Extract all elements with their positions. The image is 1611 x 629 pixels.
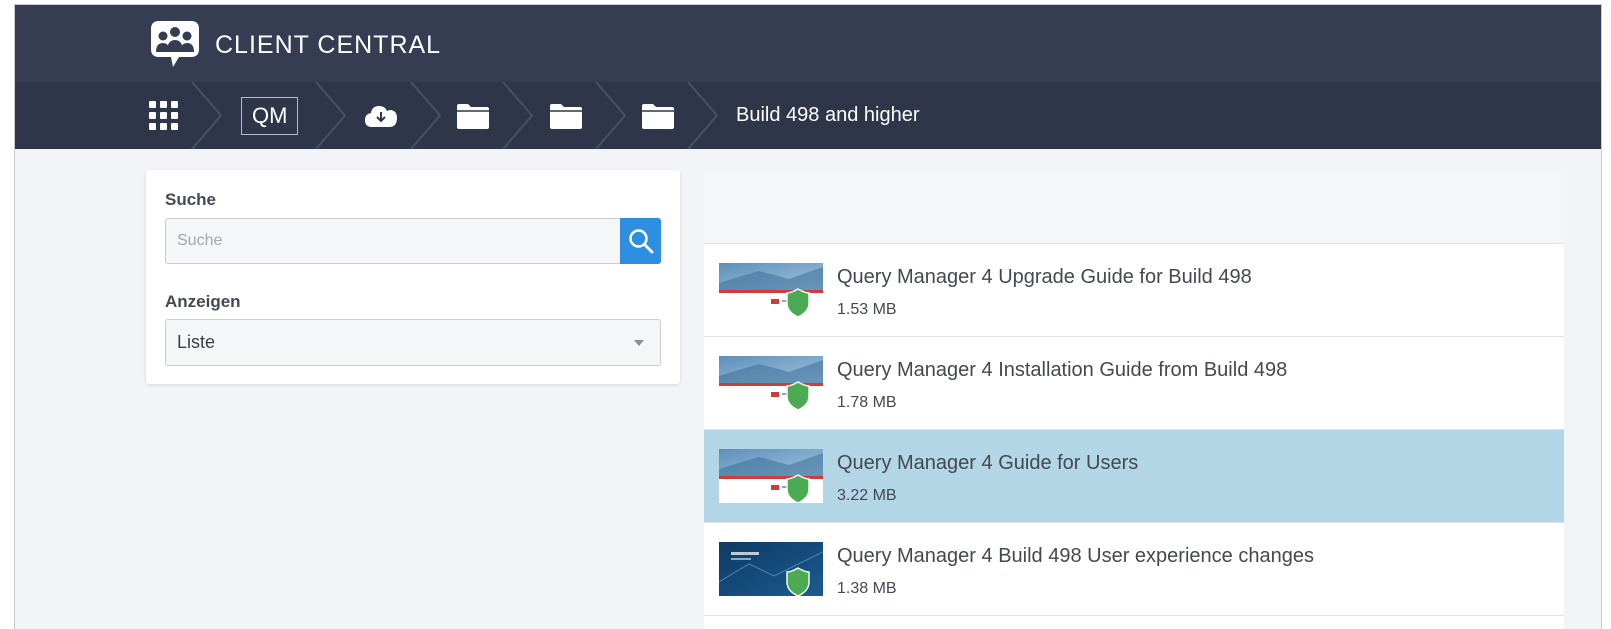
search-input[interactable] (165, 218, 620, 264)
file-title[interactable]: Query Manager 4 Installation Guide from … (837, 359, 1287, 382)
breadcrumb-current: Build 498 and higher (736, 82, 919, 149)
file-size: 1.78 MB (837, 394, 897, 411)
document-thumbnail (719, 542, 823, 596)
document-thumbnail (719, 356, 823, 410)
brand-name: CLIENT CENTRAL (215, 31, 442, 59)
app-window: CLIENT CENTRAL QM Build 498 and higher S… (14, 4, 1602, 629)
view-select-value: Liste (177, 332, 216, 352)
folder-icon (642, 103, 674, 129)
breadcrumb-item-qm[interactable]: QM (241, 82, 299, 149)
breadcrumb: QM Build 498 and higher (15, 82, 1601, 149)
breadcrumb-item-downloads[interactable] (364, 82, 398, 149)
breadcrumb-item-folder-1[interactable] (456, 82, 490, 149)
people-speech-bubble-icon[interactable] (149, 19, 201, 69)
view-select[interactable]: Liste (165, 319, 661, 366)
top-header: CLIENT CENTRAL (15, 5, 1601, 82)
breadcrumb-item-folder-2[interactable] (549, 82, 583, 149)
search-button[interactable] (620, 218, 661, 264)
file-list: Query Manager 4 Upgrade Guide for Build … (704, 170, 1564, 629)
breadcrumb-current-label: Build 498 and higher (736, 104, 920, 126)
search-label: Suche (165, 190, 217, 209)
apps-menu-button[interactable] (149, 82, 179, 149)
breadcrumb-separator (595, 82, 627, 149)
chevron-down-icon (634, 340, 644, 346)
breadcrumb-separator (410, 82, 442, 149)
file-size: 3.22 MB (837, 487, 897, 504)
breadcrumb-separator (687, 82, 719, 149)
file-title[interactable]: Query Manager 4 Guide for Users (837, 452, 1138, 475)
search-icon (628, 229, 653, 254)
file-row[interactable]: Query Manager 4 Installation Guide from … (704, 337, 1564, 430)
file-size: 1.38 MB (837, 580, 897, 597)
qm-label: QM (241, 96, 299, 135)
folder-icon (550, 103, 582, 129)
folder-icon (457, 103, 489, 129)
grid-apps-icon (149, 100, 178, 130)
file-title[interactable]: Query Manager 4 Build 498 User experienc… (837, 545, 1314, 568)
file-size: 1.53 MB (837, 301, 897, 318)
breadcrumb-separator (191, 82, 223, 149)
file-row[interactable]: Query Manager 4 Upgrade Guide for Build … (704, 244, 1564, 337)
breadcrumb-item-folder-3[interactable] (641, 82, 675, 149)
file-title[interactable]: Query Manager 4 Upgrade Guide for Build … (837, 266, 1252, 289)
view-label: Anzeigen (165, 292, 241, 311)
file-list-header (704, 170, 1564, 244)
document-thumbnail (719, 449, 823, 503)
file-row[interactable]: Query Manager 4 Build 498 User experienc… (704, 523, 1564, 616)
breadcrumb-separator (502, 82, 534, 149)
filter-panel: Suche Anzeigen Liste (146, 170, 680, 384)
document-thumbnail (719, 263, 823, 317)
cloud-download-icon (365, 105, 397, 127)
breadcrumb-separator (315, 82, 347, 149)
file-row[interactable]: Query Manager 4 Guide for Users 3.22 MB (704, 430, 1564, 523)
